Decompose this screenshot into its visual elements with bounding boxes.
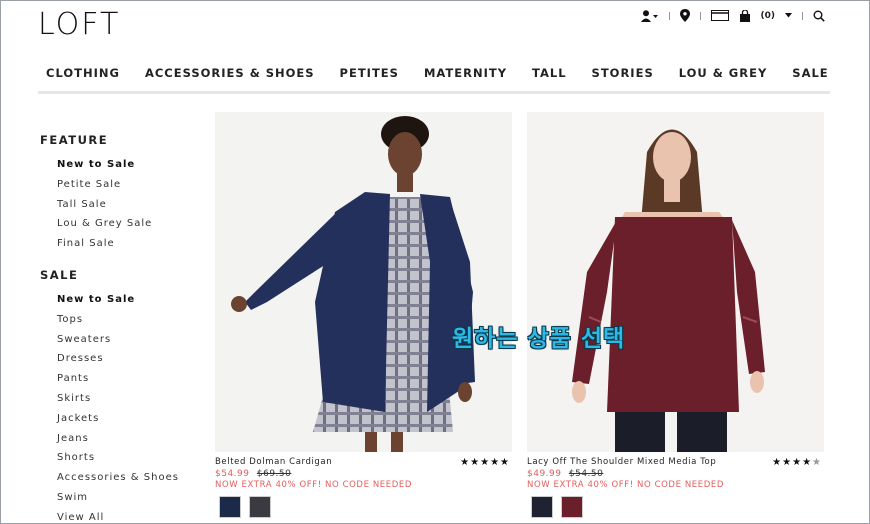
- sidebar-item-lou-grey-sale[interactable]: Lou & Grey Sale: [57, 214, 205, 234]
- promo-text: NOW EXTRA 40% OFF! NO CODE NEEDED: [527, 480, 724, 490]
- product-name-text[interactable]: Lacy Off The Shoulder Mixed Media Top: [527, 457, 716, 467]
- color-swatch[interactable]: [531, 496, 553, 518]
- sidebar-item-swim[interactable]: Swim: [57, 488, 205, 508]
- sidebar-item-petite-sale[interactable]: Petite Sale: [57, 175, 205, 195]
- product-image[interactable]: [527, 112, 824, 452]
- overlay-caption: 원하는 상품 선택: [452, 326, 626, 352]
- sidebar-item-skirts[interactable]: Skirts: [57, 389, 205, 409]
- nav-maternity[interactable]: MATERNITY: [416, 60, 507, 91]
- separator: [802, 11, 803, 20]
- sidebar: FEATURE New to Sale Petite Sale Tall Sal…: [40, 133, 205, 523]
- product-name-text[interactable]: Belted Dolman Cardigan: [215, 457, 332, 467]
- nav-petites[interactable]: PETITES: [332, 60, 399, 91]
- separator: [699, 11, 701, 20]
- sidebar-item-tops[interactable]: Tops: [57, 310, 205, 330]
- sidebar-item-accessories-shoes[interactable]: Accessories & Shoes: [57, 468, 205, 488]
- price-row: $54.99 $69.50: [215, 469, 512, 479]
- sidebar-sale-heading: SALE: [40, 267, 79, 282]
- price-row: $49.99 $54.50: [527, 469, 824, 479]
- feature-list: New to Sale Petite Sale Tall Sale Lou & …: [40, 155, 205, 254]
- product-image[interactable]: [215, 112, 512, 452]
- promo-text: NOW EXTRA 40% OFF! NO CODE NEEDED: [215, 480, 412, 490]
- gift-card-icon[interactable]: [710, 10, 729, 21]
- nav-tall[interactable]: TALL: [524, 60, 567, 91]
- nav-clothing[interactable]: CLOTHING: [38, 60, 120, 91]
- color-swatch[interactable]: [219, 496, 241, 518]
- account-icon[interactable]: [640, 9, 659, 22]
- sidebar-item-final-sale[interactable]: Final Sale: [57, 234, 205, 254]
- sidebar-item-new-to-sale[interactable]: New to Sale: [57, 155, 205, 175]
- sidebar-item-tall-sale[interactable]: Tall Sale: [57, 195, 205, 215]
- sale-price: $54.99: [215, 469, 250, 479]
- color-swatch[interactable]: [249, 496, 271, 518]
- star-rating: ★★★★★: [772, 457, 822, 468]
- store-locator-icon[interactable]: [679, 9, 690, 22]
- shopping-bag-icon[interactable]: [739, 9, 751, 22]
- nav-lou-grey[interactable]: LOU & GREY: [671, 60, 768, 91]
- color-swatch[interactable]: [561, 496, 583, 518]
- product-card[interactable]: Belted Dolman Cardigan ★★★★★ $54.99 $69.…: [215, 112, 512, 518]
- brand-logo[interactable]: LOFT: [38, 7, 120, 42]
- product-name[interactable]: Lacy Off The Shoulder Mixed Media Top ★★…: [527, 457, 824, 468]
- chevron-down-icon[interactable]: [785, 13, 792, 18]
- nav-accessories-shoes[interactable]: ACCESSORIES & SHOES: [137, 60, 315, 91]
- sidebar-item-shorts[interactable]: Shorts: [57, 448, 205, 468]
- sidebar-item-new-to-sale[interactable]: New to Sale: [57, 290, 205, 310]
- star-rating: ★★★★★: [460, 457, 510, 468]
- sale-price: $49.99: [527, 469, 562, 479]
- sidebar-item-jackets[interactable]: Jackets: [57, 409, 205, 429]
- search-icon[interactable]: [813, 10, 825, 22]
- sidebar-item-view-all[interactable]: View All: [57, 508, 205, 523]
- nav-sale[interactable]: SALE: [784, 60, 828, 91]
- sidebar-feature-heading: FEATURE: [40, 133, 109, 147]
- page-frame: LOFT (0) CLOTHING ACCESSORIES & SHOES PE…: [0, 0, 870, 524]
- color-swatches: [527, 496, 824, 518]
- nav-stories[interactable]: STORIES: [584, 60, 654, 91]
- sale-list: New to Sale Tops Sweaters Dresses Pants …: [40, 290, 205, 523]
- sidebar-item-sweaters[interactable]: Sweaters: [57, 330, 205, 350]
- cart-count[interactable]: (0): [761, 11, 776, 21]
- main-nav: CLOTHING ACCESSORIES & SHOES PETITES MAT…: [38, 60, 830, 94]
- sidebar-item-pants[interactable]: Pants: [57, 369, 205, 389]
- product-name[interactable]: Belted Dolman Cardigan ★★★★★: [215, 457, 512, 468]
- color-swatches: [215, 496, 512, 518]
- original-price: $54.50: [568, 469, 604, 479]
- separator: [668, 11, 670, 20]
- sidebar-item-jeans[interactable]: Jeans: [57, 429, 205, 449]
- product-card[interactable]: Lacy Off The Shoulder Mixed Media Top ★★…: [527, 112, 824, 518]
- original-price: $69.50: [256, 469, 292, 479]
- sidebar-item-dresses[interactable]: Dresses: [57, 349, 205, 369]
- utility-bar: (0): [640, 9, 826, 22]
